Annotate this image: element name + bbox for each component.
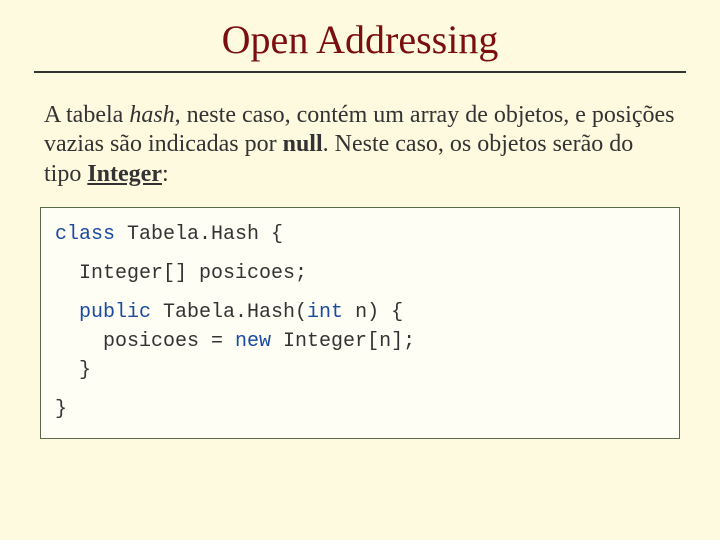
slide-title: Open Addressing — [40, 16, 680, 71]
code-line: public Tabela.Hash(int n) { — [55, 298, 665, 327]
code-blank-line — [55, 288, 665, 298]
code-blank-line — [55, 385, 665, 395]
italic-hash: hash — [129, 102, 174, 128]
code-line: Integer[] posicoes; — [55, 259, 665, 288]
code-text: Integer[n]; — [271, 330, 415, 353]
bold-null: null — [283, 131, 323, 157]
text-fragment: A tabela — [44, 102, 129, 128]
body-paragraph: A tabela hash, neste caso, contém um arr… — [44, 101, 676, 189]
keyword-new: new — [235, 330, 271, 353]
title-underline — [34, 71, 686, 73]
code-text: } — [55, 398, 67, 421]
code-line: } — [55, 395, 665, 424]
keyword-int: int — [307, 301, 343, 324]
code-text: Tabela.Hash { — [115, 223, 283, 246]
text-fragment: : — [162, 161, 169, 187]
code-text: } — [55, 359, 91, 382]
bold-underline-integer: Integer — [87, 161, 162, 187]
code-text: n) { — [343, 301, 403, 324]
keyword-public: public — [55, 301, 151, 324]
code-blank-line — [55, 249, 665, 259]
code-block: class Tabela.Hash { Integer[] posicoes; … — [40, 207, 680, 439]
code-text: Tabela.Hash( — [151, 301, 307, 324]
keyword-class: class — [55, 223, 115, 246]
code-line: } — [55, 356, 665, 385]
code-line: class Tabela.Hash { — [55, 220, 665, 249]
code-line: posicoes = new Integer[n]; — [55, 327, 665, 356]
code-text: Integer[] posicoes; — [55, 262, 307, 285]
code-text: posicoes = — [55, 330, 235, 353]
